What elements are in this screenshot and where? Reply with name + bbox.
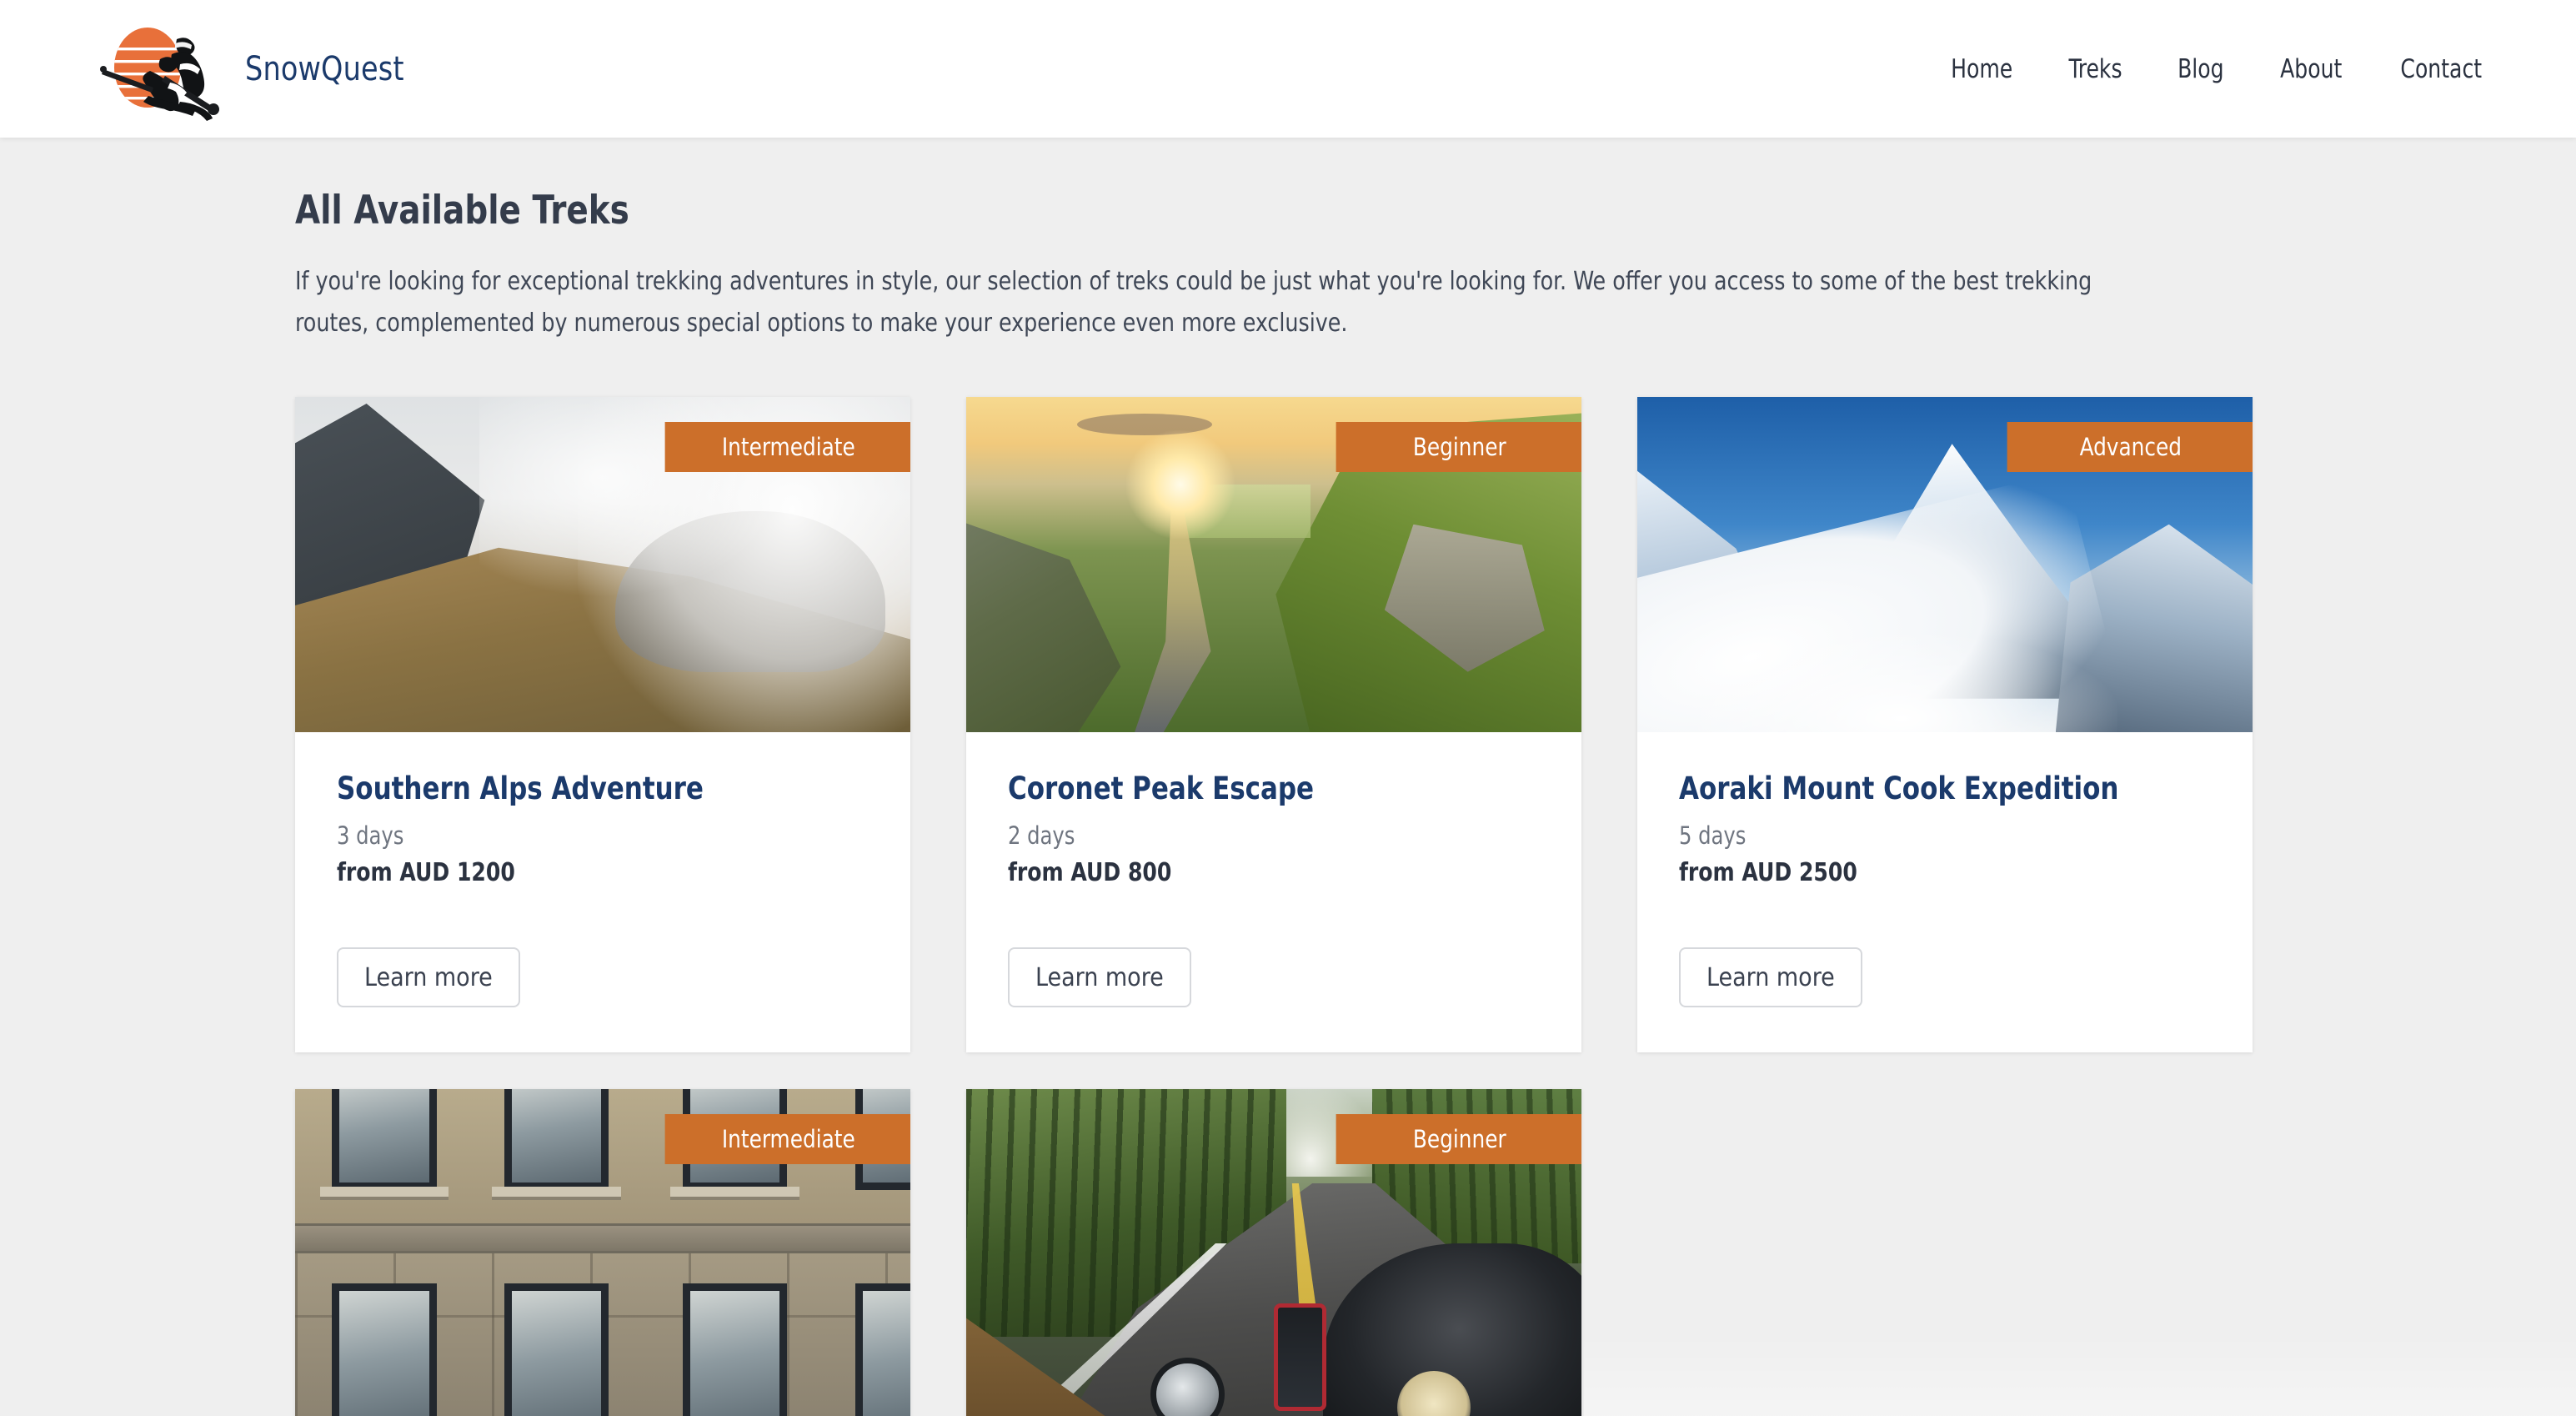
card-body: Coronet Peak Escape 2 days from AUD 800 … [966, 732, 1581, 1052]
level-badge: Intermediate [664, 1114, 910, 1164]
trek-card[interactable]: Beginner [966, 1089, 1581, 1416]
trek-card[interactable]: Beginner Coronet Peak Escape 2 days from… [966, 397, 1581, 1052]
site-header: SnowQuest Home Treks Blog About Contact [0, 0, 2576, 138]
level-badge: Beginner [1336, 1114, 1581, 1164]
trek-card[interactable]: Advanced Aoraki Mount Cook Expedition 5 … [1637, 397, 2253, 1052]
card-body: Southern Alps Adventure 3 days from AUD … [295, 732, 910, 1052]
card-media: Advanced [1637, 397, 2253, 732]
level-badge: Beginner [1336, 422, 1581, 472]
card-media: Beginner [966, 397, 1581, 732]
brand-logo-link[interactable]: SnowQuest [100, 16, 416, 123]
level-badge: Advanced [2007, 422, 2253, 472]
card-media: Intermediate [295, 397, 910, 732]
card-title: Coronet Peak Escape [1008, 771, 1315, 806]
card-title: Aoraki Mount Cook Expedition [1679, 771, 2119, 806]
level-badge: Intermediate [664, 422, 910, 472]
trek-card[interactable]: Intermediate [295, 1089, 910, 1416]
card-price: from AUD 1200 [337, 858, 515, 887]
card-price: from AUD 2500 [1679, 858, 1857, 887]
page-title: All Available Treks [295, 188, 629, 233]
nav-item-contact[interactable]: Contact [2400, 54, 2482, 84]
page-content: All Available Treks If you're looking fo… [0, 138, 2576, 1416]
nav-item-treks[interactable]: Treks [2069, 54, 2122, 84]
trek-card[interactable]: Intermediate Southern Alps Adventure 3 d… [295, 397, 910, 1052]
brand-name: SnowQuest [245, 49, 404, 88]
card-duration: 5 days [1679, 821, 1747, 850]
learn-more-button[interactable]: Learn more [337, 947, 520, 1007]
card-price: from AUD 800 [1008, 858, 1172, 887]
learn-more-button[interactable]: Learn more [1008, 947, 1191, 1007]
trek-card-grid: Intermediate Southern Alps Adventure 3 d… [295, 397, 2281, 1416]
learn-more-button[interactable]: Learn more [1679, 947, 1862, 1007]
page-intro-text: If you're looking for exceptional trekki… [295, 267, 2092, 338]
nav-item-about[interactable]: About [2280, 54, 2342, 84]
card-duration: 2 days [1008, 821, 1075, 850]
card-body: Aoraki Mount Cook Expedition 5 days from… [1637, 732, 2253, 1052]
main-navigation: Home Treks Blog About Contact [1947, 54, 2486, 84]
nav-item-blog[interactable]: Blog [2178, 54, 2223, 84]
nav-item-home[interactable]: Home [1951, 54, 2012, 84]
skier-sun-logo-icon [100, 16, 227, 123]
card-media: Intermediate [295, 1089, 910, 1416]
card-duration: 3 days [337, 821, 404, 850]
card-title: Southern Alps Adventure [337, 771, 704, 806]
card-media: Beginner [966, 1089, 1581, 1416]
